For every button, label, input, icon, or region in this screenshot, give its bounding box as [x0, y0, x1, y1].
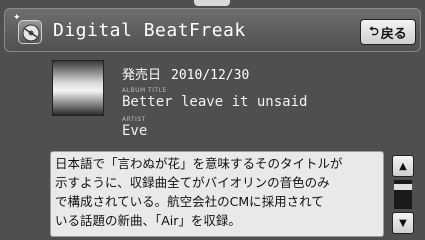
back-button-label: 戻る	[380, 26, 407, 42]
description-panel: 日本語で「言わぬが花」を意味するそのタイトルが 示すように、収録曲全てがバイオリ…	[50, 151, 384, 237]
scroll-up-button[interactable]: ▲	[392, 155, 414, 177]
down-arrow-icon: ▼	[399, 217, 407, 229]
header-bar: ✦ Digital BeatFreak ⮌ 戻る	[4, 8, 421, 52]
scroll-thumb[interactable]	[394, 184, 412, 190]
album-art	[52, 60, 104, 116]
release-label: 発売日	[122, 68, 162, 83]
scroll-down-button[interactable]: ▼	[392, 212, 414, 234]
artist-name: Eve	[122, 123, 148, 139]
album-title-caption: ALBUM TITLE	[122, 87, 167, 94]
up-arrow-icon: ▲	[399, 160, 407, 172]
release-date: 2010/12/30	[171, 68, 250, 83]
album-title: Better leave it unsaid	[122, 94, 308, 110]
app-title: Digital BeatFreak	[53, 20, 246, 41]
release-info: 発売日 2010/12/30	[122, 64, 249, 83]
artist-caption: ARTIST	[122, 116, 146, 123]
back-button[interactable]: ⮌ 戻る	[360, 19, 416, 45]
disc-icon	[18, 20, 42, 44]
album-info-screen: ✦ Digital BeatFreak ⮌ 戻る 発売日 2010/12/30 A…	[0, 0, 425, 240]
top-notch	[194, 0, 230, 6]
return-arrow-icon: ⮌	[369, 23, 379, 38]
description-text: 日本語で「言わぬが花」を意味するそのタイトルが 示すように、収録曲全てがバイオリ…	[55, 156, 343, 228]
